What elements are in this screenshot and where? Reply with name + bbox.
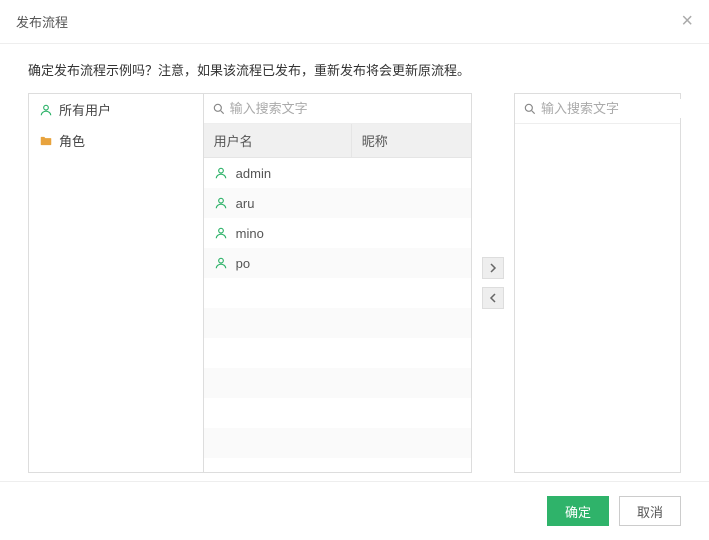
table-rows: admin aru mino po bbox=[204, 158, 471, 472]
chevron-right-icon bbox=[489, 263, 497, 273]
tree-item-roles[interactable]: 角色 bbox=[29, 125, 203, 156]
table-row[interactable]: po bbox=[204, 248, 471, 278]
tree-label-all-users: 所有用户 bbox=[59, 100, 111, 119]
user-icon bbox=[214, 226, 228, 240]
table-row[interactable]: admin bbox=[204, 158, 471, 188]
user-list-panel: 用户名 昵称 admin aru mino po bbox=[203, 93, 472, 473]
table-row bbox=[204, 338, 471, 368]
search-input-middle[interactable] bbox=[226, 99, 463, 118]
search-input-right[interactable] bbox=[537, 99, 709, 118]
cell-username: po bbox=[204, 256, 351, 271]
username-text: aru bbox=[236, 196, 255, 211]
table-row[interactable]: aru bbox=[204, 188, 471, 218]
search-row-right bbox=[515, 94, 680, 124]
search-icon bbox=[523, 102, 537, 116]
th-username: 用户名 bbox=[204, 124, 351, 157]
confirm-message: 确定发布流程示例吗？注意，如果该流程已发布，重新发布将会更新原流程。 bbox=[28, 60, 681, 79]
cancel-button[interactable]: 取消 bbox=[619, 496, 681, 526]
dialog-title: 发布流程 bbox=[16, 12, 68, 31]
dialog-footer: 确定 取消 bbox=[0, 481, 709, 540]
user-icon bbox=[39, 103, 53, 117]
folder-icon bbox=[39, 134, 53, 148]
selected-panel bbox=[514, 93, 681, 473]
content-area: 所有用户 角色 用户名 昵称 admin aru mino po bbox=[28, 93, 681, 473]
move-left-button[interactable] bbox=[482, 287, 504, 309]
dialog-body: 确定发布流程示例吗？注意，如果该流程已发布，重新发布将会更新原流程。 所有用户 … bbox=[0, 44, 709, 481]
transfer-buttons bbox=[472, 93, 514, 473]
cell-username: mino bbox=[204, 226, 351, 241]
table-row bbox=[204, 428, 471, 458]
search-icon bbox=[212, 102, 226, 116]
user-icon bbox=[214, 166, 228, 180]
username-text: mino bbox=[236, 226, 264, 241]
username-text: admin bbox=[236, 166, 271, 181]
cell-username: admin bbox=[204, 166, 351, 181]
th-nickname: 昵称 bbox=[351, 124, 471, 157]
move-right-button[interactable] bbox=[482, 257, 504, 279]
tree-label-roles: 角色 bbox=[59, 131, 85, 150]
table-row bbox=[204, 308, 471, 338]
table-row[interactable]: mino bbox=[204, 218, 471, 248]
table-row bbox=[204, 368, 471, 398]
username-text: po bbox=[236, 256, 250, 271]
table-header: 用户名 昵称 bbox=[204, 124, 471, 158]
user-icon bbox=[214, 256, 228, 270]
publish-dialog: 发布流程 × 确定发布流程示例吗？注意，如果该流程已发布，重新发布将会更新原流程… bbox=[0, 0, 709, 537]
chevron-left-icon bbox=[489, 293, 497, 303]
search-row-middle bbox=[204, 94, 471, 124]
table-row bbox=[204, 398, 471, 428]
cell-username: aru bbox=[204, 196, 351, 211]
tree-panel: 所有用户 角色 bbox=[28, 93, 204, 473]
table-row bbox=[204, 278, 471, 308]
confirm-button[interactable]: 确定 bbox=[547, 496, 609, 526]
dialog-header: 发布流程 × bbox=[0, 0, 709, 44]
user-icon bbox=[214, 196, 228, 210]
close-icon[interactable]: × bbox=[681, 10, 693, 33]
tree-item-all-users[interactable]: 所有用户 bbox=[29, 94, 203, 125]
